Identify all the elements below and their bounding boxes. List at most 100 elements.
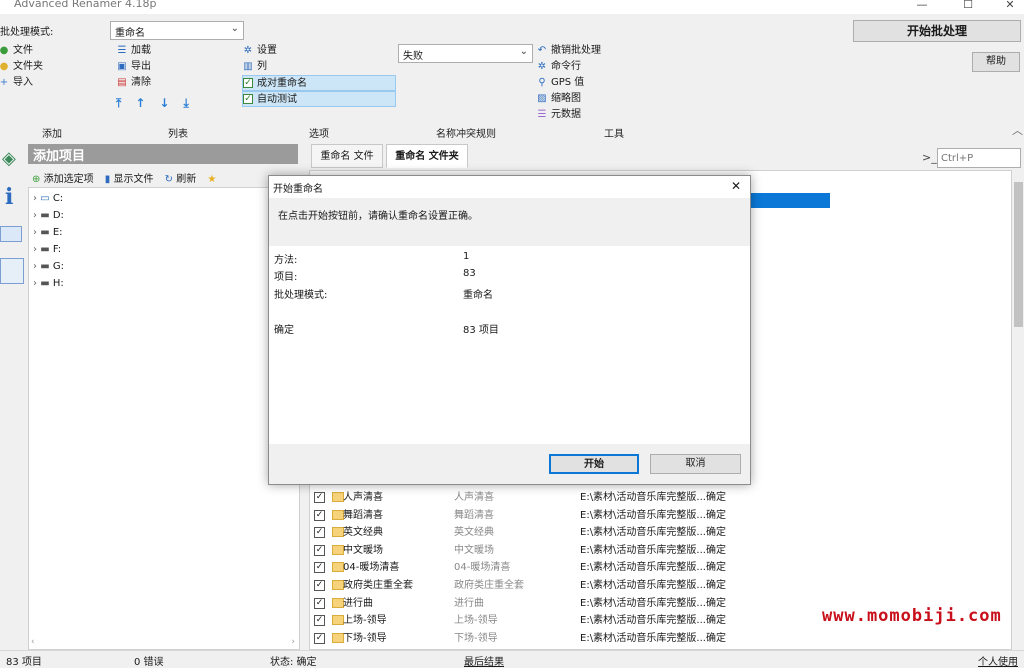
table-row[interactable]: ✓ 英文经典 英文经典 E:\素材\活动音乐库完整版...确定 [310,524,1010,541]
expand-icon: › [33,193,37,204]
undo-icon: ↶ [537,45,547,56]
checkbox-icon: ✓ [243,78,253,88]
close-icon[interactable]: ✕ [731,179,741,193]
row-checkbox[interactable]: ✓ [314,492,325,503]
file-icon: ▮ [104,174,111,185]
info-icon[interactable]: i [5,184,13,210]
tree-drive[interactable]: › ▬ H: [29,275,299,292]
refresh-button[interactable]: ↻ 刷新 [165,174,197,185]
row-checkbox[interactable]: ✓ [314,544,325,556]
show-files-label: 显示文件 [113,174,154,185]
last-result-link[interactable]: 最后结果 [464,653,504,668]
image-icon[interactable] [0,226,22,242]
row-checkbox[interactable]: ✓ [314,527,325,539]
batch-mode-value: 重命名 [115,28,145,39]
row-checkbox[interactable]: ✓ [314,509,325,521]
cell-status: 确定 [705,562,726,574]
drive-icon: ▬ [40,261,50,272]
cell-name: 政府类庄重全套 [343,580,413,591]
tree-drive[interactable]: › ▬ E: [29,224,299,241]
command-input[interactable] [937,148,1021,168]
cell-path: E:\素材\活动音乐库完整版... [580,562,706,574]
refresh-label: 刷新 [176,174,197,185]
section-add: 添加 [42,129,62,140]
add-folders-button[interactable]: ● 文件夹 [0,59,43,75]
table-row[interactable]: ✓ 下场-领导 下场-领导 E:\素材\活动音乐库完整版...确定 [310,630,1010,647]
tree-drive[interactable]: › ▬ F: [29,241,299,258]
gear-icon: ✲ [537,61,547,72]
columns-button[interactable]: ▥ 列 [242,59,396,75]
add-selected-button[interactable]: ⊕ 添加选定项 [32,174,94,185]
vertical-scrollbar[interactable] [1013,170,1024,650]
row-checkbox[interactable]: ✓ [314,597,325,609]
export-button[interactable]: ▣ 导出 [116,59,203,75]
table-row[interactable]: ✓ 中文暖场 中文暖场 E:\素材\活动音乐库完整版...确定 [310,542,1010,559]
close-window-button[interactable]: ✕ [990,0,1024,12]
tree-drive[interactable]: › ▬ G: [29,258,299,275]
table-row[interactable]: ✓ 人声清喜 人声清喜 E:\素材\活动音乐库完整版...确定 [310,489,1010,506]
add-files-button[interactable]: ● 文件 [0,43,43,59]
status-errors: 0 错误 [134,657,164,668]
drive-label: G: [52,261,64,272]
move-down-icon[interactable]: ↓ [159,96,183,110]
cancel-button[interactable]: 取消 [650,454,741,474]
clear-icon: ▤ [117,77,127,88]
tree-drive[interactable]: › ▭ C: [29,190,299,207]
import-button[interactable]: + 导入 [0,75,43,91]
expand-icon: › [33,210,37,221]
license-link[interactable]: 个人使用 [978,653,1018,668]
help-button[interactable]: 帮助 [972,52,1020,72]
show-files-button[interactable]: ▮ 显示文件 [105,174,154,185]
save-icon: ▣ [117,61,127,72]
add-items-title: 添加项目 [28,144,298,164]
folder-view-icon[interactable] [0,258,24,284]
clear-button[interactable]: ▤ 清除 [116,75,203,91]
start-batch-button[interactable]: 开始批处理 [853,20,1021,42]
tree-drive[interactable]: › ▬ D: [29,207,299,224]
rename-pairs-toggle[interactable]: ✓ 成对重命名 [242,75,396,91]
table-row[interactable]: ✓ 舞蹈清喜 舞蹈清喜 E:\素材\活动音乐库完整版...确定 [310,507,1010,524]
scroll-right-icon[interactable]: › [291,637,295,647]
auto-test-toggle[interactable]: ✓ 自动测试 [242,91,396,107]
command-line-button[interactable]: ✲ 命令行 [536,59,601,75]
folder-tree[interactable]: › ▭ C: › ▬ D: › ▬ E: › ▬ F: › ▬ G: › ▬ H… [28,187,300,650]
expand-icon: › [33,244,37,255]
row-checkbox[interactable]: ✓ [314,615,325,627]
settings-button[interactable]: ✲ 设置 [242,43,396,59]
confirm-label: 确定 [274,325,294,336]
conflict-rule-select[interactable]: 失败 ⌄ [398,44,533,63]
undo-batch-button[interactable]: ↶ 撤销批处理 [536,43,601,59]
cell-path: E:\素材\活动音乐库完整版... [580,632,706,644]
cell-path: E:\素材\活动音乐库完整版... [580,615,706,627]
row-checkbox[interactable]: ✓ [314,562,325,574]
move-top-icon[interactable]: ⤒ [116,96,135,110]
gps-button[interactable]: ⚲ GPS 值 [536,75,601,91]
cell-path: E:\素材\活动音乐库完整版... [580,527,706,539]
start-button[interactable]: 开始 [549,454,639,474]
horizontal-scrollbar[interactable]: ‹ › [31,637,297,647]
tab-rename-folders[interactable]: 重命名 文件夹 [386,144,468,168]
table-row[interactable]: ✓ 政府类庄重全套 政府类庄重全套 E:\素材\活动音乐库完整版...确定 [310,577,1010,594]
export-label: 导出 [131,61,151,72]
cell-new-name: 进行曲 [454,597,484,609]
batch-mode-select[interactable]: 重命名 ⌄ [110,21,244,40]
tab-rename-files[interactable]: 重命名 文件 [311,144,383,168]
scroll-thumb[interactable] [1014,182,1023,327]
table-row[interactable]: ✓ 04-暖场清喜 04-暖场清喜 E:\素材\活动音乐库完整版...确定 [310,559,1010,576]
move-bottom-icon[interactable]: ⤓ [183,96,202,110]
row-checkbox[interactable]: ✓ [314,632,325,644]
minimize-button[interactable]: — [902,0,942,12]
maximize-button[interactable]: ☐ [948,0,988,12]
favorite-star-icon[interactable]: ★ [207,174,216,185]
thumbnail-button[interactable]: ▨ 缩略图 [536,91,601,107]
layers-icon[interactable]: ◈ [2,148,24,172]
drive-icon: ▭ [40,193,50,204]
cell-name: 进行曲 [343,597,373,609]
collapse-ribbon-icon[interactable]: ︿ [1012,122,1023,138]
move-up-icon[interactable]: ↑ [135,96,159,110]
metadata-button[interactable]: ☰ 元数据 [536,107,601,123]
scroll-left-icon[interactable]: ‹ [31,637,35,647]
load-button[interactable]: ☰ 加载 [116,43,203,59]
row-checkbox[interactable]: ✓ [314,580,325,591]
cell-new-name: 上场-领导 [454,615,498,627]
